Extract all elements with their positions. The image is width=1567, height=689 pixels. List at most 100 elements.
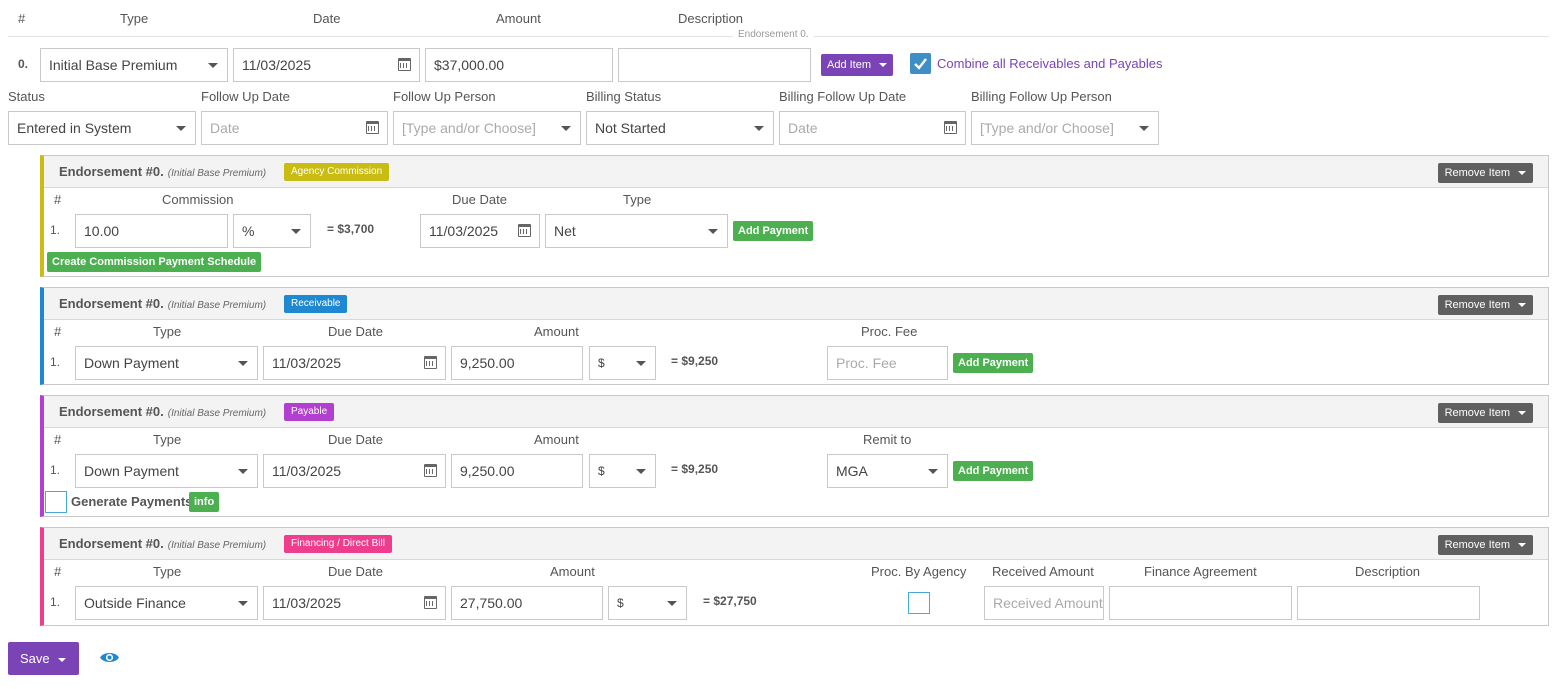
amount-value: 27,750.00 xyxy=(460,595,523,611)
payable-type-select[interactable]: Down Payment xyxy=(75,454,258,488)
computed-amount: = $9,250 xyxy=(671,462,719,476)
billing-follow-up-date-input[interactable]: Date xyxy=(779,111,966,145)
calendar-icon[interactable] xyxy=(424,356,437,369)
info-button[interactable]: info xyxy=(189,492,220,512)
calendar-icon[interactable] xyxy=(944,121,957,134)
preview-eye-icon[interactable] xyxy=(99,650,120,668)
commission-input[interactable]: 10.00 xyxy=(75,214,228,248)
due-date-value: 11/03/2025 xyxy=(272,463,342,479)
due-date-input[interactable]: 11/03/2025 xyxy=(420,214,540,248)
commission-type-select[interactable]: Net xyxy=(545,214,728,248)
proc-by-agency-checkbox[interactable] xyxy=(908,592,930,614)
due-date-input[interactable]: 11/03/2025 xyxy=(263,454,446,488)
panel-subtitle: (Initial Base Premium) xyxy=(167,540,267,551)
billing-status-value: Not Started xyxy=(595,120,666,136)
col-due-date-header: Due Date xyxy=(328,324,383,339)
currency-select[interactable]: $ xyxy=(589,346,656,380)
add-payment-button[interactable]: Add Payment xyxy=(953,353,1034,373)
remove-item-button[interactable]: Remove Item xyxy=(1437,295,1533,315)
receivable-tag: Receivable xyxy=(284,295,348,313)
follow-up-date-input[interactable]: Date xyxy=(201,111,388,145)
remove-item-button[interactable]: Remove Item xyxy=(1437,163,1533,183)
amount-input[interactable]: 9,250.00 xyxy=(451,346,583,380)
calendar-icon[interactable] xyxy=(398,58,411,71)
date-value: 11/03/2025 xyxy=(242,57,312,73)
remove-item-label: Remove Item xyxy=(1444,407,1510,419)
remove-item-button[interactable]: Remove Item xyxy=(1437,535,1533,555)
chevron-down-icon xyxy=(238,361,248,366)
payable-panel: Endorsement #0. (Initial Base Premium) Pa… xyxy=(40,395,1549,517)
follow-up-person-select[interactable]: [Type and/or Choose] xyxy=(393,111,581,145)
finance-agreement-input[interactable] xyxy=(1109,586,1292,620)
amount-input[interactable]: $37,000.00 xyxy=(425,48,613,82)
panel-title-text: Endorsement #0. xyxy=(59,536,164,551)
col-num-header: # xyxy=(54,192,62,207)
due-date-value: 11/03/2025 xyxy=(272,595,342,611)
calendar-icon[interactable] xyxy=(424,464,437,477)
panel-subtitle: (Initial Base Premium) xyxy=(167,300,267,311)
commission-unit-select[interactable]: % xyxy=(233,214,311,248)
col-num-header: # xyxy=(18,11,26,26)
remove-item-label: Remove Item xyxy=(1444,539,1510,551)
remit-to-select[interactable]: MGA xyxy=(827,454,948,488)
currency-select[interactable]: $ xyxy=(608,586,687,620)
due-date-input[interactable]: 11/03/2025 xyxy=(263,346,446,380)
col-proc-fee-header: Proc. Fee xyxy=(861,324,918,339)
combine-checkbox[interactable] xyxy=(910,53,931,74)
col-due-date-header: Due Date xyxy=(328,432,383,447)
type-select[interactable]: Initial Base Premium xyxy=(40,48,228,82)
generate-payments-label: Generate Payments xyxy=(71,494,193,509)
amount-input[interactable]: 27,750.00 xyxy=(451,586,603,620)
col-date-header: Date xyxy=(313,11,341,26)
financing-tag: Financing / Direct Bill xyxy=(284,535,392,553)
col-num-header: # xyxy=(54,432,62,447)
generate-payments-checkbox[interactable] xyxy=(45,491,67,513)
agency-commission-tag: Agency Commission xyxy=(284,163,390,181)
panel-title-text: Endorsement #0. xyxy=(59,404,164,419)
financing-type-select[interactable]: Outside Finance xyxy=(75,586,258,620)
currency-select[interactable]: $ xyxy=(589,454,656,488)
add-item-button[interactable]: Add Item xyxy=(821,54,894,76)
combine-label[interactable]: Combine all Receivables and Payables xyxy=(937,56,1162,71)
eye-icon xyxy=(100,653,119,662)
add-item-label: Add Item xyxy=(827,59,872,71)
col-description-header: Description xyxy=(678,11,744,26)
billing-status-select[interactable]: Not Started xyxy=(586,111,774,145)
calendar-icon[interactable] xyxy=(424,596,437,609)
received-amount-input[interactable]: Received Amount xyxy=(984,586,1104,620)
commission-value: 10.00 xyxy=(84,223,120,239)
date-input[interactable]: 11/03/2025 xyxy=(233,48,420,82)
chevron-down-icon xyxy=(238,601,248,606)
receivable-type-select[interactable]: Down Payment xyxy=(75,346,258,380)
financing-type-value: Outside Finance xyxy=(84,595,186,611)
chevron-down-icon xyxy=(238,469,248,474)
add-payment-button[interactable]: Add Payment xyxy=(953,461,1034,481)
chevron-down-icon xyxy=(636,469,646,474)
chevron-down-icon xyxy=(176,126,186,131)
status-select[interactable]: Entered in System xyxy=(8,111,196,145)
chevron-down-icon xyxy=(1518,411,1526,416)
col-amount-header: Amount xyxy=(534,324,579,339)
panel-title: Endorsement #0. (Initial Base Premium) xyxy=(59,404,266,419)
proc-fee-input[interactable]: Proc. Fee xyxy=(827,346,948,380)
panel-title-text: Endorsement #0. xyxy=(59,164,164,179)
payable-tag: Payable xyxy=(284,403,335,421)
description-input[interactable] xyxy=(618,48,811,82)
save-label: Save xyxy=(20,651,50,666)
calendar-icon[interactable] xyxy=(366,121,379,134)
remove-item-button[interactable]: Remove Item xyxy=(1437,403,1533,423)
col-due-date-header: Due Date xyxy=(452,192,507,207)
create-commission-schedule-button[interactable]: Create Commission Payment Schedule xyxy=(47,252,262,272)
add-payment-button[interactable]: Add Payment xyxy=(733,221,814,241)
chevron-down-icon xyxy=(1139,126,1149,131)
calendar-icon[interactable] xyxy=(518,224,531,237)
due-date-input[interactable]: 11/03/2025 xyxy=(263,586,446,620)
save-button[interactable]: Save xyxy=(8,642,79,675)
description-input[interactable] xyxy=(1297,586,1480,620)
billing-follow-up-date-header: Billing Follow Up Date xyxy=(779,89,907,104)
chevron-down-icon xyxy=(928,469,938,474)
chevron-down-icon xyxy=(561,126,571,131)
billing-follow-up-person-select[interactable]: [Type and/or Choose] xyxy=(971,111,1159,145)
received-amount-placeholder: Received Amount xyxy=(993,595,1103,611)
amount-input[interactable]: 9,250.00 xyxy=(451,454,583,488)
